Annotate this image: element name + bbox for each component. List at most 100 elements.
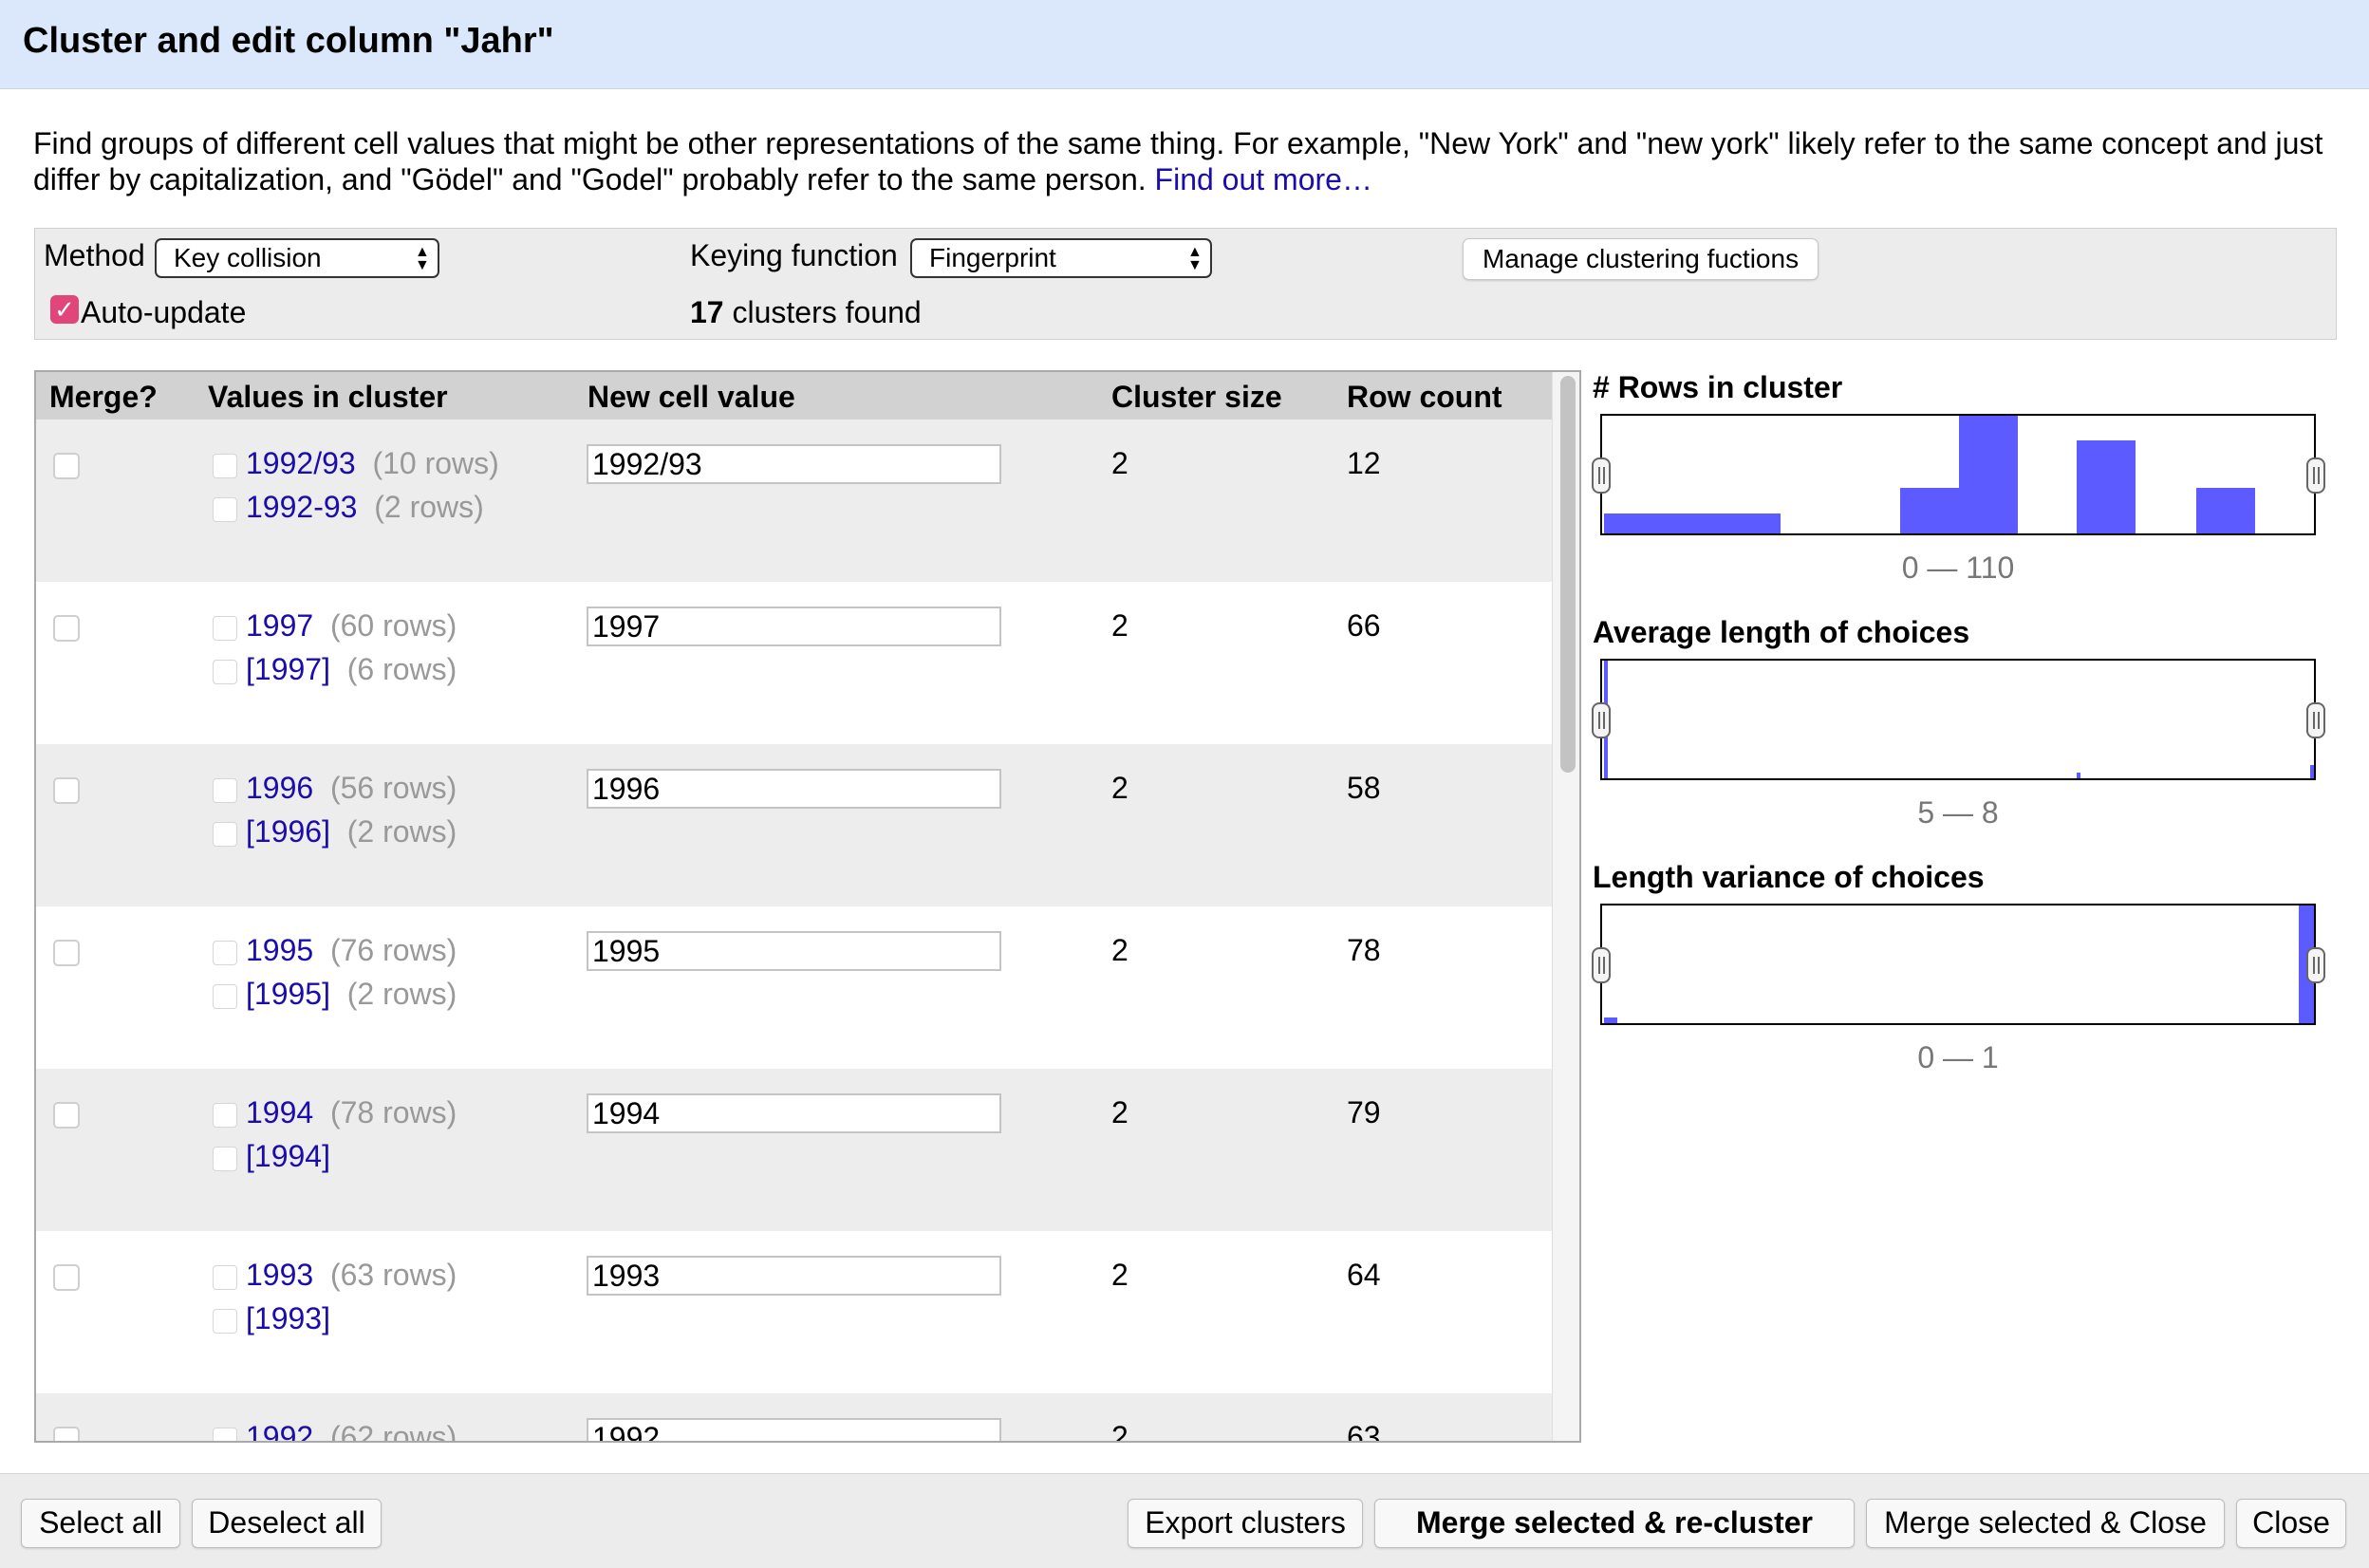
new-cell-value-input[interactable]: 1992/93 bbox=[587, 444, 1001, 484]
merge-checkbox[interactable] bbox=[53, 1427, 80, 1441]
cluster-value-link[interactable]: 1994 bbox=[246, 1095, 313, 1129]
deselect-all-button[interactable]: Deselect all bbox=[192, 1499, 382, 1548]
value-checkbox[interactable] bbox=[213, 497, 237, 522]
table-row: 1997 (60 rows) [1997] (6 rows) 1997 2 66 bbox=[36, 582, 1552, 744]
range-handle-left-icon[interactable] bbox=[1592, 947, 1611, 983]
row-count: 66 bbox=[1347, 608, 1381, 643]
intro-paragraph: Find groups of different cell values tha… bbox=[33, 125, 2349, 197]
merge-close-button[interactable]: Merge selected & Close bbox=[1866, 1499, 2225, 1548]
dialog-titlebar: Cluster and edit column "Jahr" bbox=[0, 0, 2369, 89]
clustering-toolbar: Method Key collision ▲ ▼ ✓ Auto-update Ke… bbox=[34, 228, 2337, 340]
cluster-size: 2 bbox=[1111, 608, 1129, 643]
cluster-value-link[interactable]: [1993] bbox=[246, 1301, 330, 1335]
keying-function-select[interactable]: Fingerprint ▲ ▼ bbox=[910, 238, 1212, 278]
cluster-value-link[interactable]: [1997] bbox=[246, 652, 330, 686]
range-handle-right-icon[interactable] bbox=[2306, 947, 2325, 983]
new-cell-value-input[interactable]: 1994 bbox=[587, 1093, 1001, 1133]
histogram-bar bbox=[2196, 488, 2255, 533]
table-header: Merge? Values in cluster New cell value … bbox=[36, 372, 1552, 420]
histogram-length-variance bbox=[1600, 904, 2316, 1025]
merge-recluster-button[interactable]: Merge selected & re-cluster bbox=[1374, 1499, 1855, 1548]
merge-checkbox[interactable] bbox=[53, 1264, 80, 1291]
table-row: 1992 (62 rows) 1992 2 63 bbox=[36, 1393, 1552, 1443]
new-cell-value-input[interactable]: 1997 bbox=[587, 607, 1001, 646]
value-checkbox[interactable] bbox=[213, 778, 237, 803]
cluster-value-link[interactable]: [1994] bbox=[246, 1139, 330, 1173]
row-count: 63 bbox=[1347, 1420, 1381, 1443]
method-select-value: Key collision bbox=[174, 243, 322, 272]
value-checkbox[interactable] bbox=[213, 1103, 237, 1128]
cluster-value-link[interactable]: [1996] bbox=[246, 814, 330, 849]
cluster-value-link[interactable]: 1997 bbox=[246, 608, 313, 643]
range-handle-right-icon[interactable] bbox=[2306, 457, 2325, 494]
histogram-bar bbox=[1604, 1017, 1617, 1023]
cluster-size: 2 bbox=[1111, 933, 1129, 967]
find-out-more-link[interactable]: Find out more… bbox=[1155, 162, 1372, 196]
cluster-value: 1996 (56 rows) bbox=[246, 771, 457, 806]
method-label: Method bbox=[44, 238, 145, 272]
merge-checkbox[interactable] bbox=[53, 453, 80, 479]
cluster-value-count: (2 rows) bbox=[346, 977, 457, 1011]
merge-checkbox[interactable] bbox=[53, 615, 80, 642]
row-count: 12 bbox=[1347, 446, 1381, 480]
cluster-value-link[interactable]: 1993 bbox=[246, 1258, 313, 1292]
new-cell-value-input[interactable]: 1995 bbox=[587, 931, 1001, 971]
scrollbar-thumb[interactable] bbox=[1560, 376, 1576, 773]
manage-clustering-functions-button[interactable]: Manage clustering fuctions bbox=[1463, 238, 1819, 280]
updown-arrows-icon: ▲ ▼ bbox=[415, 244, 430, 273]
cluster-value-count: (2 rows) bbox=[374, 490, 484, 524]
close-button[interactable]: Close bbox=[2236, 1499, 2346, 1548]
merge-checkbox[interactable] bbox=[53, 1102, 80, 1129]
value-checkbox[interactable] bbox=[213, 1265, 237, 1290]
row-count: 58 bbox=[1347, 771, 1381, 805]
table-row: 1995 (76 rows) [1995] (2 rows) 1995 2 78 bbox=[36, 906, 1552, 1069]
method-select[interactable]: Key collision ▲ ▼ bbox=[155, 238, 439, 278]
updown-arrows-icon: ▲ ▼ bbox=[1187, 244, 1203, 273]
value-checkbox[interactable] bbox=[213, 1309, 237, 1334]
cluster-value: [1997] (6 rows) bbox=[246, 652, 457, 687]
value-checkbox[interactable] bbox=[213, 1147, 237, 1171]
value-checkbox[interactable] bbox=[213, 454, 237, 478]
value-checkbox[interactable] bbox=[213, 822, 237, 847]
facet-title-rows-in-cluster: # Rows in cluster bbox=[1593, 370, 1843, 404]
cluster-value-link[interactable]: 1992-93 bbox=[246, 490, 357, 524]
row-count: 79 bbox=[1347, 1095, 1381, 1129]
cluster-value: 1992/93 (10 rows) bbox=[246, 446, 499, 481]
value-checkbox[interactable] bbox=[213, 984, 237, 1009]
cluster-value-link[interactable]: 1996 bbox=[246, 771, 313, 805]
cluster-value-count: (76 rows) bbox=[329, 933, 457, 967]
cluster-value-link[interactable]: 1992 bbox=[246, 1420, 313, 1441]
value-checkbox[interactable] bbox=[213, 616, 237, 641]
cluster-value-count: (60 rows) bbox=[329, 608, 457, 643]
cluster-value: [1996] (2 rows) bbox=[246, 814, 457, 849]
value-checkbox[interactable] bbox=[213, 1428, 237, 1441]
cluster-value-link[interactable]: [1995] bbox=[246, 977, 330, 1011]
cluster-value-count: (78 rows) bbox=[329, 1095, 457, 1129]
auto-update-checkbox[interactable]: ✓ bbox=[50, 295, 79, 324]
export-clusters-button[interactable]: Export clusters bbox=[1128, 1499, 1363, 1548]
clusters-count: 17 bbox=[690, 295, 724, 329]
range-handle-left-icon[interactable] bbox=[1592, 702, 1611, 738]
select-all-button[interactable]: Select all bbox=[21, 1499, 180, 1548]
cluster-value-link[interactable]: 1992/93 bbox=[246, 446, 356, 480]
range-handle-left-icon[interactable] bbox=[1592, 457, 1611, 494]
merge-checkbox[interactable] bbox=[53, 940, 80, 966]
new-cell-value-input[interactable]: 1996 bbox=[587, 769, 1001, 809]
new-cell-value-input[interactable]: 1993 bbox=[587, 1256, 1001, 1296]
row-count: 78 bbox=[1347, 933, 1381, 967]
clusters-found-status: 17 clusters found bbox=[690, 295, 922, 330]
histogram-bar bbox=[1900, 488, 1959, 533]
cluster-size: 2 bbox=[1111, 1258, 1129, 1292]
cluster-value: 1997 (60 rows) bbox=[246, 608, 457, 644]
auto-update-label: Auto-update bbox=[81, 295, 247, 329]
new-cell-value-input[interactable]: 1992 bbox=[587, 1418, 1001, 1441]
value-checkbox[interactable] bbox=[213, 941, 237, 965]
cluster-value-link[interactable]: 1995 bbox=[246, 933, 313, 967]
header-cluster-size: Cluster size bbox=[1111, 380, 1282, 414]
histogram-bar bbox=[2077, 773, 2080, 778]
merge-checkbox[interactable] bbox=[53, 777, 80, 804]
value-checkbox[interactable] bbox=[213, 660, 237, 684]
header-row-count: Row count bbox=[1347, 380, 1502, 414]
table-scrollbar[interactable] bbox=[1552, 372, 1579, 1441]
range-handle-right-icon[interactable] bbox=[2306, 702, 2325, 738]
